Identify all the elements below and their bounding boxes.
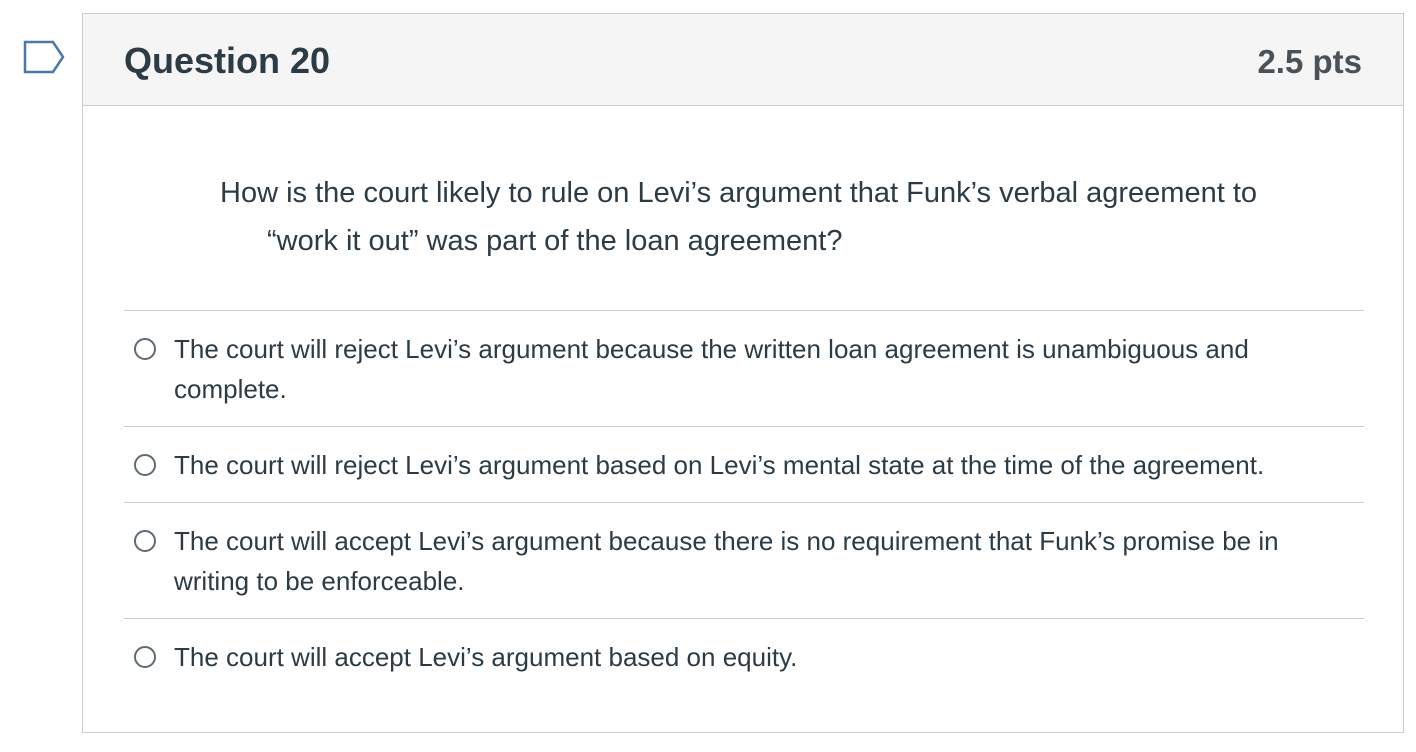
answer-option[interactable]: The court will reject Levi’s argument be…: [124, 310, 1364, 426]
question-title: Question 20: [124, 40, 331, 81]
question-text-line-2: “work it out” was part of the loan agree…: [267, 225, 843, 257]
answer-option[interactable]: The court will accept Levi’s argument be…: [124, 502, 1364, 618]
question-text-line-1: How is the court likely to rule on Levi’…: [220, 177, 1258, 209]
answer-label: The court will accept Levi’s argument ba…: [174, 642, 798, 672]
answer-label: The court will reject Levi’s argument ba…: [174, 450, 1265, 480]
question-header: Question 20 2.5 pts: [83, 14, 1403, 106]
radio-button[interactable]: [134, 646, 156, 668]
radio-button[interactable]: [134, 530, 156, 552]
answer-option[interactable]: The court will accept Levi’s argument ba…: [124, 618, 1364, 694]
question-text: How is the court likely to rule on Levi’…: [220, 169, 1370, 265]
question-card: Question 20 2.5 pts How is the court lik…: [82, 13, 1404, 733]
answer-list: The court will reject Levi’s argument be…: [124, 310, 1364, 694]
answer-label: The court will accept Levi’s argument be…: [174, 526, 1279, 596]
flag-question-icon[interactable]: [23, 40, 65, 74]
radio-button[interactable]: [134, 338, 156, 360]
answer-label: The court will reject Levi’s argument be…: [174, 334, 1249, 404]
radio-button[interactable]: [134, 454, 156, 476]
question-points: 2.5 pts: [1257, 43, 1362, 80]
answer-option[interactable]: The court will reject Levi’s argument ba…: [124, 426, 1364, 502]
